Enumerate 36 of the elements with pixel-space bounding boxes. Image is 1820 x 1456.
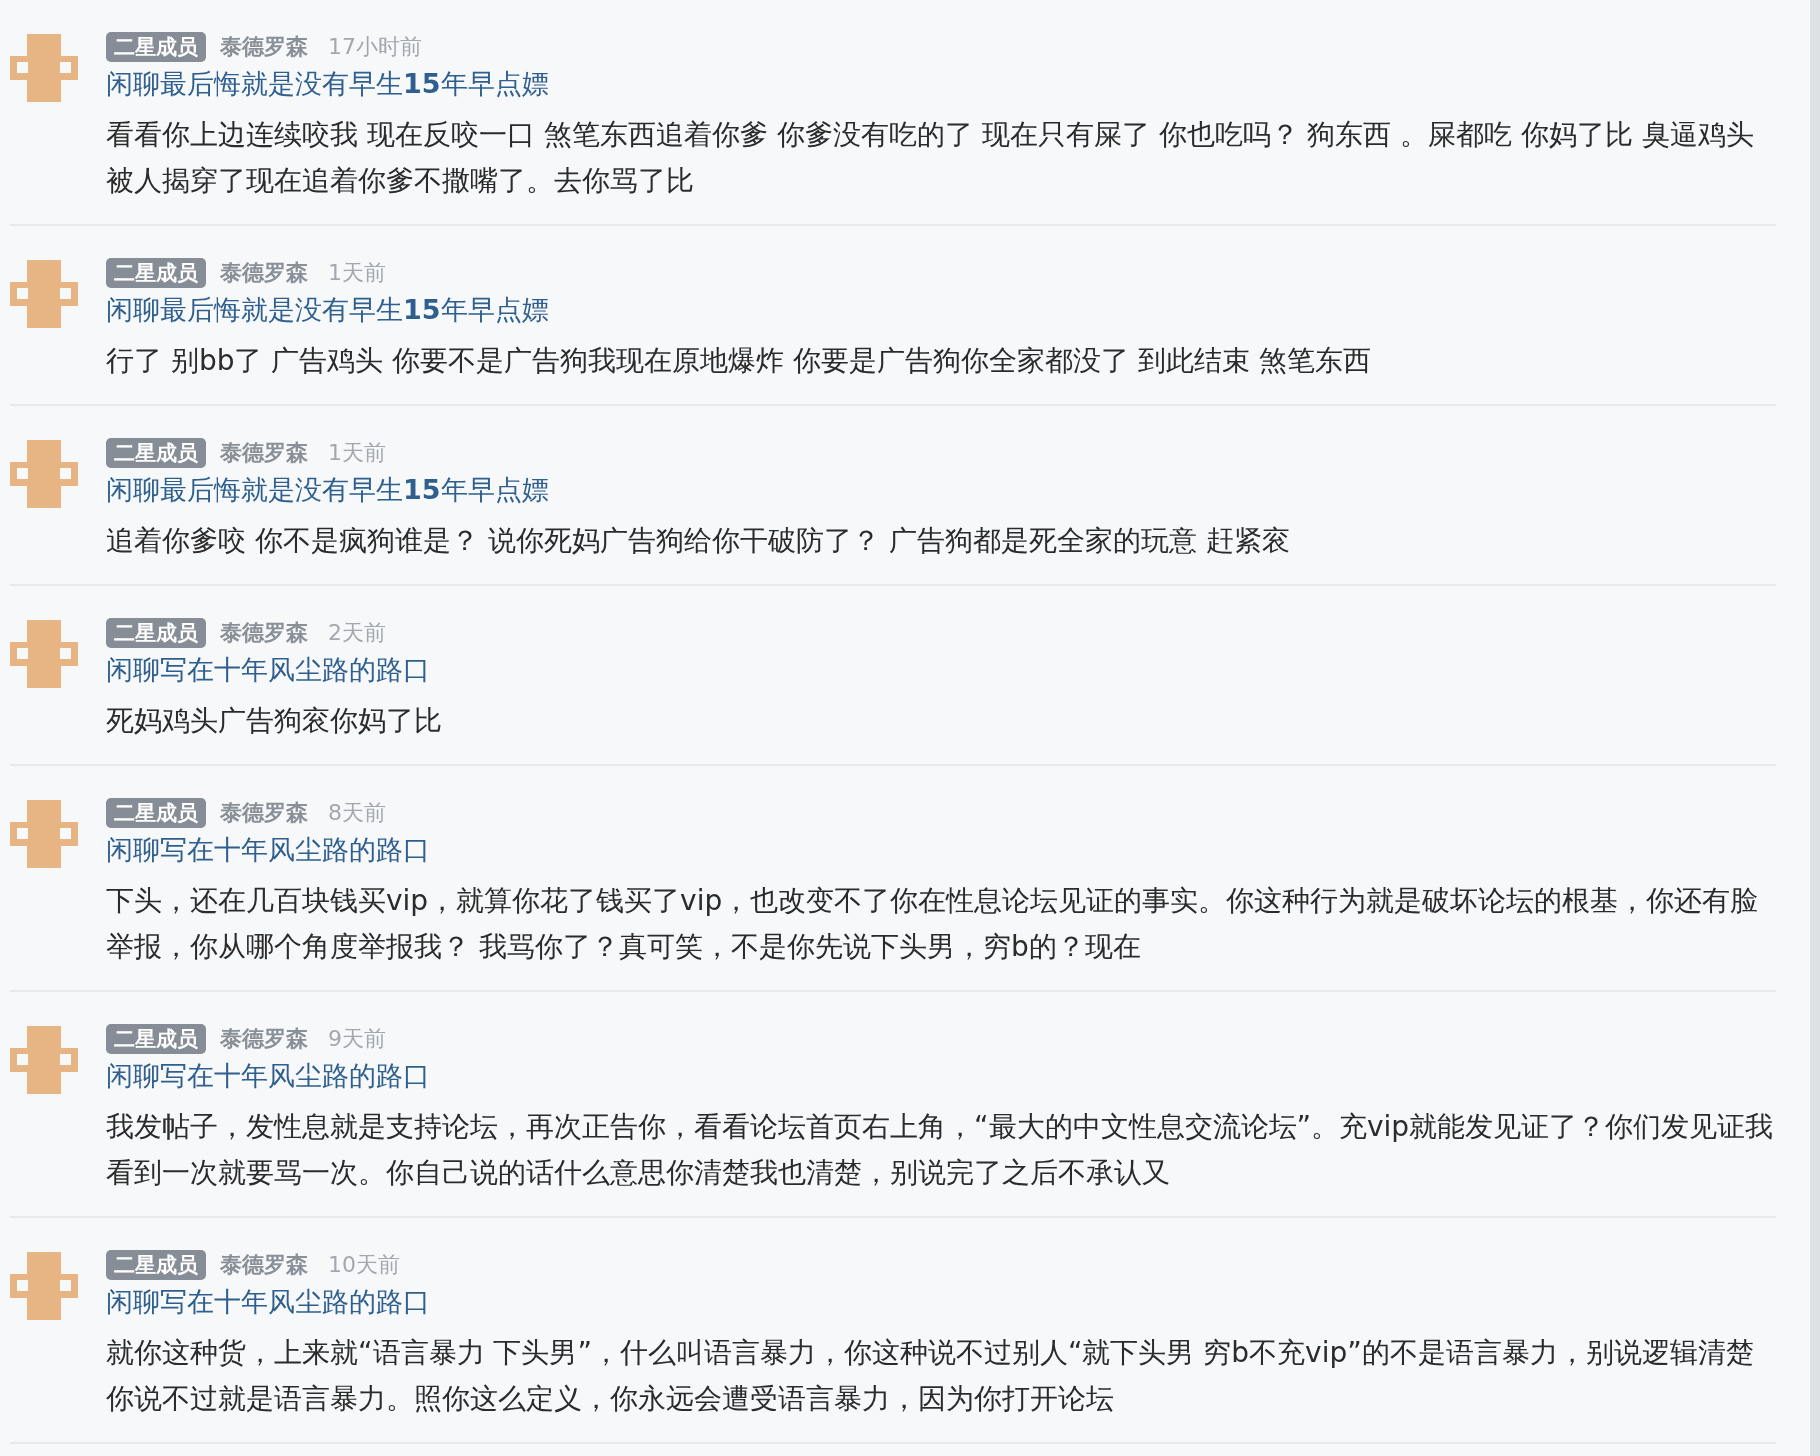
avatar-icon[interactable] xyxy=(10,1252,78,1320)
thread-title-link[interactable]: 闲聊最后悔就是没有早生15年早点嫖 xyxy=(106,64,1776,104)
thread-title-link[interactable]: 闲聊写在十年风尘路的路口 xyxy=(106,1282,1776,1322)
post-time: 8天前 xyxy=(328,799,386,827)
member-badge: 二星成员 xyxy=(106,798,206,828)
member-badge: 二星成员 xyxy=(106,1250,206,1280)
reply-text: 下头，还在几百块钱买vip，就算你花了钱买了vip，也改变不了你在性息论坛见证的事实。你这种行为就是破坏论坛的根基，你还有脸举报，你从哪个角度举报我？ 我骂你了？真可笑，不是你先说下头男，穷b的？现在 xyxy=(106,883,1760,965)
avatar-icon[interactable] xyxy=(10,440,78,508)
post-time: 17小时前 xyxy=(328,33,422,61)
thread-title-link[interactable]: 闲聊写在十年风尘路的路口 xyxy=(106,1056,1776,1096)
avatar-icon[interactable] xyxy=(10,34,78,102)
post-time: 1天前 xyxy=(328,439,386,467)
avatar-icon[interactable] xyxy=(10,800,78,868)
post-time: 10天前 xyxy=(328,1251,400,1279)
post-time: 9天前 xyxy=(328,1025,386,1053)
reply-text: 我发帖子，发性息就是支持论坛，再次正告你，看看论坛首页右上角，“最大的中文性息交流论坛”。充vip就能发见证了？你们发见证我看到一次就要骂一次。你自己说的话什么意思你清楚我也清楚，别说完了之后不承认又 xyxy=(106,1109,1775,1191)
reply-text: 看看你上边连续咬我 现在反咬一口 煞笔东西追着你爹 你爹没有吃的了 现在只有屎了 你也吃吗？ 狗东西 。屎都吃 你妈了比 臭逼鸡头被人揭穿了现在追着你爹不撒嘴了。去你骂了比 xyxy=(106,117,1756,199)
thread-title-link[interactable]: 闲聊写在十年风尘路的路口 xyxy=(106,830,1776,870)
avatar-icon[interactable] xyxy=(10,620,78,688)
scrollbar[interactable] xyxy=(1810,0,1820,1456)
post-time: 2天前 xyxy=(328,619,386,647)
member-badge: 二星成员 xyxy=(106,618,206,648)
avatar-icon[interactable] xyxy=(10,260,78,328)
post-time: 1天前 xyxy=(328,259,386,287)
thread-title-link[interactable]: 闲聊最后悔就是没有早生15年早点嫖 xyxy=(106,290,1776,330)
thread-title-link[interactable]: 闲聊最后悔就是没有早生15年早点嫖 xyxy=(106,470,1776,510)
member-badge: 二星成员 xyxy=(106,258,206,288)
member-badge: 二星成员 xyxy=(106,438,206,468)
reply-text: 行了 别bb了 广告鸡头 你要不是广告狗我现在原地爆炸 你要是广告狗你全家都没了 到此结束 煞笔东西 xyxy=(106,343,1372,379)
thread-title-link[interactable]: 闲聊写在十年风尘路的路口 xyxy=(106,650,1776,690)
reply-text: 死妈鸡头广告狗衮你妈了比 xyxy=(106,703,443,739)
member-badge: 二星成员 xyxy=(106,1024,206,1054)
reply-text: 就你这种货，上来就“语言暴力 下头男”，什么叫语言暴力，你这种说不过别人“就下头男 穷b不充vip”的不是语言暴力，别说逻辑清楚你说不过就是语言暴力。照你这么定义，你永远会遭受语言暴力，因为你打开论坛 xyxy=(106,1335,1755,1417)
member-badge: 二星成员 xyxy=(106,32,206,62)
reply-text: 追着你爹咬 你不是疯狗谁是？ 说你死妈广告狗给你干破防了？ 广告狗都是死全家的玩意 赶紧衮 xyxy=(106,523,1291,559)
avatar-icon[interactable] xyxy=(10,1026,78,1094)
